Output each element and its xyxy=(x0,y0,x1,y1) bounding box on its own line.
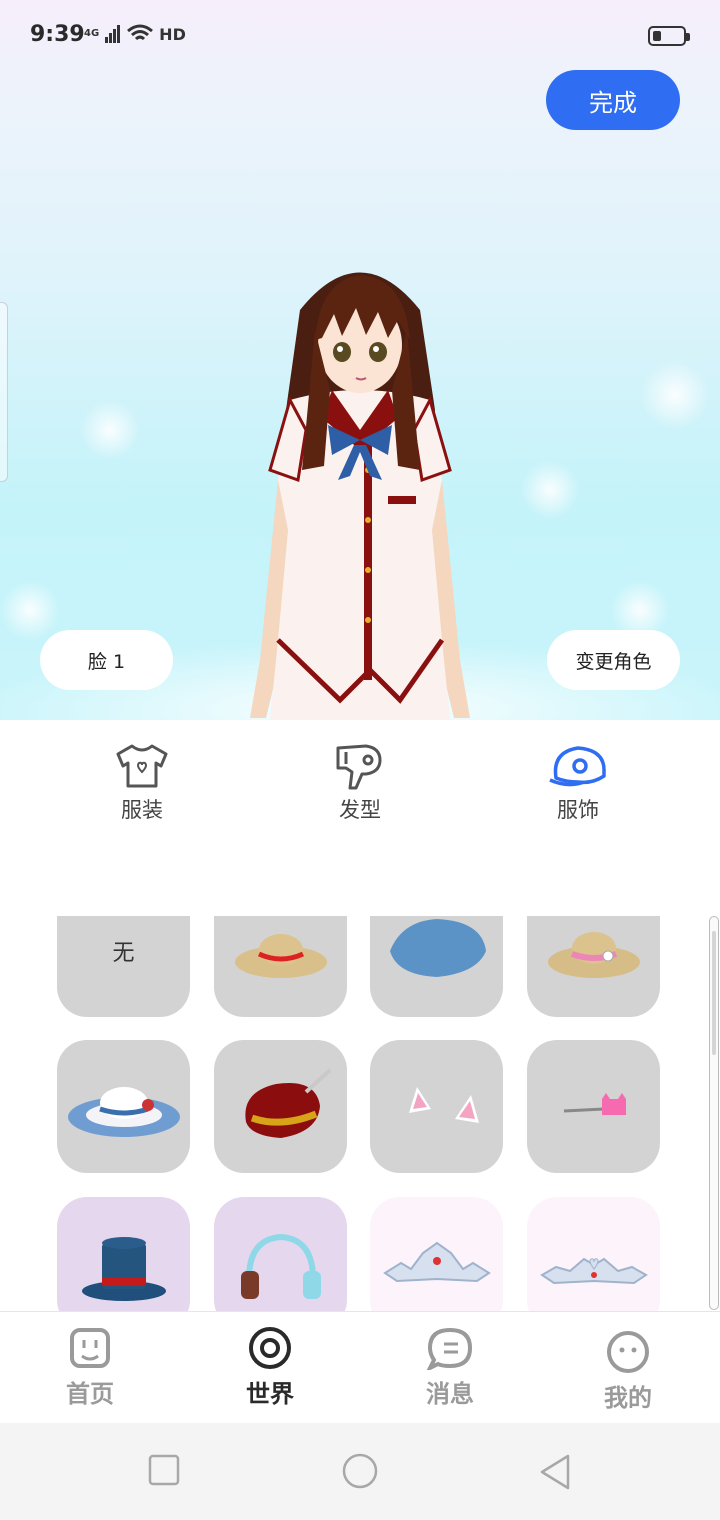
blue-sun-hat-icon[interactable] xyxy=(57,1040,190,1173)
nav-messages[interactable]: 消息 xyxy=(390,1326,510,1409)
accessory-grid: 无 xyxy=(0,916,720,1312)
category-tabs: 服装 发型 服饰 xyxy=(0,720,720,840)
item-none-label: 无 xyxy=(112,940,135,966)
grid-scrollbar[interactable] xyxy=(709,916,719,1310)
hair-dryer-icon xyxy=(336,744,382,790)
straw-hat-red-band-icon[interactable] xyxy=(214,916,347,1017)
grid-scrollbar-thumb[interactable] xyxy=(712,931,716,1055)
side-drawer-handle[interactable] xyxy=(0,302,8,482)
message-bubble-icon xyxy=(426,1327,473,1370)
nav-home[interactable]: 首页 xyxy=(30,1326,150,1409)
wifi-icon xyxy=(127,24,154,41)
tab-hairstyle[interactable]: 发型 xyxy=(300,742,420,824)
system-nav-bar xyxy=(0,1423,720,1520)
tab-clothing-label: 服装 xyxy=(121,798,163,822)
blue-top-hat-icon[interactable] xyxy=(57,1197,190,1312)
item-none[interactable]: 无 xyxy=(57,916,190,1017)
bokeh-light xyxy=(520,460,580,520)
red-feather-hat-icon[interactable] xyxy=(214,1040,347,1173)
world-circle-icon xyxy=(249,1327,291,1369)
profile-face-icon xyxy=(607,1331,649,1373)
bottom-nav: 首页 世界 消息 我的 xyxy=(0,1311,720,1423)
silver-tiara-icon[interactable] xyxy=(370,1197,503,1312)
change-character-button[interactable]: 变更角色 xyxy=(547,630,680,690)
cat-ears-icon[interactable] xyxy=(370,1040,503,1173)
pink-cat-hairclip-icon[interactable] xyxy=(527,1040,660,1173)
headphones-icon[interactable] xyxy=(214,1197,347,1312)
status-bar: 9:39 4G HD xyxy=(0,0,720,72)
tab-hairstyle-label: 发型 xyxy=(339,798,381,822)
character-model[interactable] xyxy=(220,240,500,720)
nav-messages-label: 消息 xyxy=(426,1380,474,1408)
back-triangle-icon[interactable] xyxy=(538,1453,572,1491)
status-time: 9:39 xyxy=(30,22,85,47)
tab-clothing[interactable]: 服装 xyxy=(82,742,202,824)
nav-profile-label: 我的 xyxy=(604,1384,652,1412)
nav-profile[interactable]: 我的 xyxy=(568,1330,688,1413)
cap-icon xyxy=(549,746,606,787)
nav-world[interactable]: 世界 xyxy=(210,1326,330,1409)
silver-heart-tiara-icon[interactable] xyxy=(527,1197,660,1312)
hd-indicator: HD xyxy=(159,24,186,44)
home-face-icon xyxy=(70,1328,110,1368)
bokeh-light xyxy=(0,580,60,640)
network-type: 4G xyxy=(84,28,100,39)
tab-accessories[interactable]: 服饰 xyxy=(518,742,638,824)
nav-world-label: 世界 xyxy=(246,1380,294,1408)
blue-beret-icon[interactable] xyxy=(370,916,503,1017)
status-icons: 4G HD xyxy=(84,24,186,44)
done-button[interactable]: 完成 xyxy=(546,70,680,130)
recent-apps-square-icon[interactable] xyxy=(148,1453,180,1487)
bokeh-light xyxy=(640,360,710,430)
nav-home-label: 首页 xyxy=(66,1380,114,1408)
tab-accessories-label: 服饰 xyxy=(557,798,599,822)
home-circle-icon[interactable] xyxy=(341,1452,379,1490)
straw-hat-pink-flower-icon[interactable] xyxy=(527,916,660,1017)
signal-icon xyxy=(105,25,121,43)
battery-icon xyxy=(648,26,690,46)
face-selector-button[interactable]: 脸 1 xyxy=(40,630,173,690)
bokeh-light xyxy=(80,400,140,460)
tshirt-icon xyxy=(116,744,168,788)
